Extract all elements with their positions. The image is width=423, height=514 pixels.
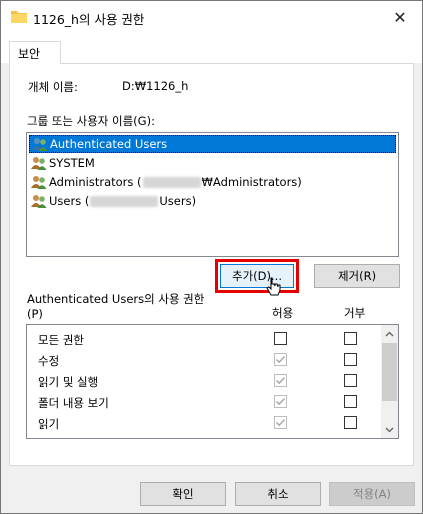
permissions-dialog: 1126_h의 사용 권한 ✕ 보안 개체 이름: D:₩1126_h 그룹 또… (0, 0, 423, 514)
redacted-text (90, 195, 159, 207)
perm-name: 모든 권한 (38, 333, 84, 347)
permissions-label-accel: (P) (27, 307, 43, 321)
deny-checkbox[interactable] (344, 374, 357, 387)
list-item-label: Authenticated Users (50, 137, 168, 151)
checkmark-icon (275, 418, 286, 427)
allow-checkbox[interactable] (274, 395, 287, 408)
list-item-administrators[interactable]: Administrators ( ₩Administrators) (29, 173, 396, 191)
deny-checkbox[interactable] (344, 395, 357, 408)
list-item-users[interactable]: Users ( Users) (29, 192, 396, 210)
perm-row: 수정 (27, 350, 382, 370)
object-name-label: 개체 이름: (28, 80, 78, 94)
list-item-label-prefix: Administrators ( (49, 175, 142, 189)
checkmark-icon (275, 397, 286, 406)
list-item-label-prefix: Users ( (49, 194, 90, 208)
list-item-label: SYSTEM (49, 156, 95, 170)
cancel-button[interactable]: 취소 (235, 482, 321, 506)
groups-label: 그룹 또는 사용자 이름(G): (27, 114, 155, 128)
scroll-up-button[interactable] (381, 325, 398, 342)
deny-header: 거부 (344, 306, 366, 320)
list-item-system[interactable]: SYSTEM (29, 154, 396, 172)
checkmark-icon (275, 376, 286, 385)
perm-name: 읽기 (38, 417, 60, 431)
close-icon: ✕ (393, 7, 407, 27)
users-group-icon (31, 176, 47, 189)
users-group-icon (31, 195, 47, 208)
object-name-value: D:₩1126_h (122, 79, 189, 93)
deny-checkbox[interactable] (344, 353, 357, 366)
list-item-authenticated-users[interactable]: Authenticated Users (29, 135, 396, 153)
mouse-cursor-icon (266, 277, 281, 296)
deny-checkbox[interactable] (344, 332, 357, 345)
tab-strip: 보안 (1, 33, 422, 64)
close-button[interactable]: ✕ (378, 1, 422, 33)
redacted-text (142, 176, 201, 188)
perm-name: 읽기 및 실행 (38, 375, 99, 389)
remove-button[interactable]: 제거(R) (314, 264, 400, 288)
permissions-label: Authenticated Users의 사용 권한 (27, 292, 205, 306)
allow-header: 허용 (272, 306, 294, 320)
users-group-icon (32, 138, 48, 151)
deny-checkbox[interactable] (344, 416, 357, 429)
groups-listbox[interactable]: Authenticated Users SYSTEM Administrator… (26, 132, 399, 257)
perm-row: 모든 권한 (27, 329, 382, 349)
window-title: 1126_h의 사용 권한 (33, 12, 145, 27)
perm-row: 읽기 및 실행 (27, 371, 382, 391)
permissions-list: 모든 권한 수정 읽기 및 실행 폴더 내용 보기 읽기 (26, 324, 399, 439)
perm-row: 폴더 내용 보기 (27, 392, 382, 412)
allow-checkbox[interactable] (274, 332, 287, 345)
chevron-down-icon (385, 427, 394, 432)
checkmark-icon (275, 355, 286, 364)
add-button[interactable]: 추가(D)... (220, 264, 294, 288)
scroll-down-button[interactable] (381, 421, 398, 438)
scroll-thumb[interactable] (382, 343, 397, 401)
vertical-scrollbar[interactable] (381, 325, 398, 438)
users-group-icon (31, 157, 47, 170)
security-panel: 개체 이름: D:₩1126_h 그룹 또는 사용자 이름(G): Authen… (9, 63, 414, 466)
tab-security[interactable]: 보안 (9, 41, 61, 64)
perm-name: 수정 (38, 354, 60, 368)
folder-icon (11, 11, 27, 23)
title-bar: 1126_h의 사용 권한 ✕ (1, 1, 422, 33)
list-item-label-suffix: ₩Administrators) (201, 175, 302, 189)
perm-row: 읽기 (27, 413, 382, 433)
allow-checkbox[interactable] (274, 353, 287, 366)
list-item-label-suffix: Users) (159, 194, 197, 208)
ok-button[interactable]: 확인 (140, 482, 226, 506)
allow-checkbox[interactable] (274, 416, 287, 429)
perm-name: 폴더 내용 보기 (38, 396, 109, 410)
apply-button[interactable]: 적용(A) (329, 482, 415, 506)
allow-checkbox[interactable] (274, 374, 287, 387)
chevron-up-icon (385, 331, 394, 336)
